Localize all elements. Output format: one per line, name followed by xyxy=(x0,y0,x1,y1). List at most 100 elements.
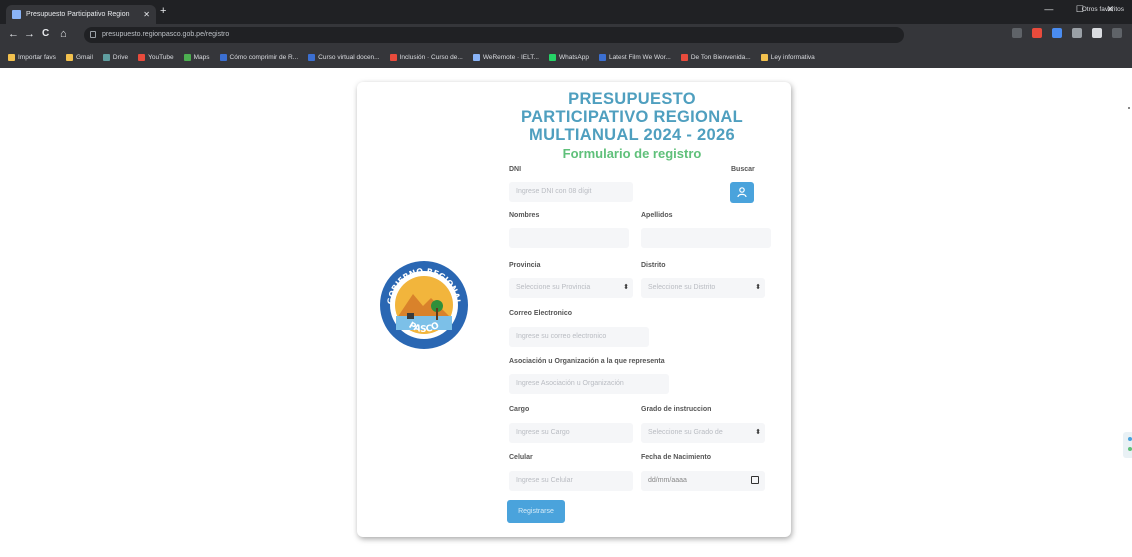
gobierno-regional-pasco-logo: GOBIERNO REGIONAL PASCO xyxy=(380,261,468,349)
apellidos-input[interactable] xyxy=(641,228,771,248)
bookmark-icon xyxy=(183,53,191,61)
bookmark-label: WeRemote · IELT... xyxy=(482,53,539,61)
cargo-placeholder: Ingrese su Cargo xyxy=(516,429,570,436)
nombres-label: Nombres xyxy=(509,212,540,219)
bookmark-label: Maps xyxy=(193,53,210,61)
title-line: PARTICIPATIVO REGIONAL xyxy=(520,108,744,126)
bookmark-item[interactable]: Cómo comprimir de R... xyxy=(219,53,299,61)
browser-chrome: Presupuesto Participativo Region ✕ + — ☐… xyxy=(0,0,1132,68)
tab-favicon-icon xyxy=(12,10,21,19)
bookmark-icon xyxy=(8,53,15,61)
distrito-label: Distrito xyxy=(641,262,666,269)
tab-strip: Presupuesto Participativo Region ✕ + — ☐… xyxy=(0,0,1132,24)
bookmark-item[interactable]: WeRemote · IELT... xyxy=(472,53,539,61)
cargo-label: Cargo xyxy=(509,406,530,413)
bookmarks-bar: Importar favs Gmail Drive YouTube Maps Cómo c… xyxy=(0,46,1132,68)
apellidos-label: Apellidos xyxy=(641,212,673,219)
page-marker xyxy=(1128,107,1130,109)
select-caret-icon: ⬍ xyxy=(623,284,629,291)
bookmark-label: YouTube xyxy=(148,53,174,61)
side-widget-icon xyxy=(1128,447,1132,451)
select-caret-icon: ⬍ xyxy=(755,284,761,291)
submit-button[interactable]: Registrarse xyxy=(507,500,565,523)
profile-icon[interactable] xyxy=(1092,28,1102,38)
dni-placeholder: Ingrese DNI con 08 dígit xyxy=(516,188,592,195)
bookmark-icon xyxy=(548,53,556,61)
lock-icon xyxy=(90,31,96,38)
bookmark-icon xyxy=(389,53,397,61)
dni-label: DNI xyxy=(509,166,522,173)
bookmark-icon xyxy=(680,53,688,61)
extension-icon[interactable] xyxy=(1052,28,1062,38)
tab-title: Presupuesto Participativo Region xyxy=(26,11,130,18)
bookmark-item[interactable]: Inclusión · Curso de... xyxy=(389,53,463,61)
bookmark-icon xyxy=(760,53,768,61)
bookmark-icon xyxy=(472,53,480,61)
side-widget[interactable] xyxy=(1123,432,1132,458)
new-tab-button[interactable]: + xyxy=(160,5,166,17)
fecha-input[interactable]: dd/mm/aaaa xyxy=(641,471,765,491)
bookmark-label: Curso virtual docen... xyxy=(318,53,380,61)
select-caret-icon: ⬍ xyxy=(755,429,761,436)
extension-icon[interactable] xyxy=(1032,28,1042,38)
home-button[interactable]: ⌂ xyxy=(60,28,67,40)
forward-button[interactable]: → xyxy=(24,28,35,40)
correo-label: Correo Electronico xyxy=(509,310,573,317)
correo-placeholder: Ingrese su correo electronico xyxy=(516,333,607,340)
other-bookmarks[interactable]: Otros favoritos xyxy=(1082,6,1124,13)
distrito-select[interactable]: Seleccione su Distrito ⬍ xyxy=(641,278,765,298)
address-bar[interactable]: presupuesto.regionpasco.gob.pe/registro xyxy=(84,27,904,43)
celular-placeholder: Ingrese su Celular xyxy=(516,477,573,484)
fecha-placeholder: dd/mm/aaaa xyxy=(648,477,687,484)
search-button[interactable] xyxy=(730,182,754,203)
browser-tab[interactable]: Presupuesto Participativo Region ✕ xyxy=(6,5,156,24)
bookmark-icon xyxy=(65,53,73,61)
grado-select[interactable]: Seleccione su Grado de ⬍ xyxy=(641,423,765,443)
search-label: Buscar xyxy=(731,166,755,173)
asociacion-input[interactable]: Ingrese Asociación u Organización xyxy=(509,374,669,394)
calendar-icon[interactable] xyxy=(751,476,759,484)
bookmark-item[interactable]: Latest Film We Wor... xyxy=(598,53,671,61)
extension-icon[interactable] xyxy=(1072,28,1082,38)
dni-input[interactable]: Ingrese DNI con 08 dígit xyxy=(509,182,633,202)
grado-placeholder: Seleccione su Grado de xyxy=(648,429,723,436)
back-button[interactable]: ← xyxy=(8,28,19,40)
user-search-icon xyxy=(737,187,747,198)
tab-close-icon[interactable]: ✕ xyxy=(143,5,150,24)
reload-button[interactable]: C xyxy=(42,28,49,39)
bookmark-icon xyxy=(308,53,316,61)
bookmark-item[interactable]: Maps xyxy=(183,53,210,61)
bookmark-item[interactable]: Gmail xyxy=(65,53,93,61)
provincia-select[interactable]: Seleccione su Provincia ⬍ xyxy=(509,278,633,298)
bookmark-label: WhatsApp xyxy=(558,53,589,61)
extension-icon[interactable] xyxy=(1012,28,1022,38)
bookmark-label: Latest Film We Wor... xyxy=(608,53,671,61)
nombres-input[interactable] xyxy=(509,228,629,248)
bookmark-label: Cómo comprimir de R... xyxy=(229,53,299,61)
extension-icons xyxy=(1012,28,1122,38)
provincia-label: Provincia xyxy=(509,262,541,269)
bookmark-item[interactable]: Ley informativa xyxy=(760,53,815,61)
bookmark-item[interactable]: Importar favs xyxy=(8,53,56,61)
browser-toolbar: ← → C ⌂ presupuesto.regionpasco.gob.pe/r… xyxy=(0,24,1132,46)
correo-input[interactable]: Ingrese su correo electronico xyxy=(509,327,649,347)
bookmark-label: Inclusión · Curso de... xyxy=(399,53,463,61)
page-title: PRESUPUESTO PARTICIPATIVO REGIONAL MULTI… xyxy=(487,90,777,144)
bookmark-item[interactable]: YouTube xyxy=(138,53,174,61)
bookmark-item[interactable]: Curso virtual docen... xyxy=(308,53,380,61)
distrito-placeholder: Seleccione su Distrito xyxy=(648,284,716,291)
bookmark-icon xyxy=(102,53,110,61)
cargo-input[interactable]: Ingrese su Cargo xyxy=(509,423,633,443)
menu-icon[interactable] xyxy=(1112,28,1122,38)
bookmark-item[interactable]: WhatsApp xyxy=(548,53,589,61)
bookmark-item[interactable]: Drive xyxy=(102,53,129,61)
bookmark-label: De Ton Bienvenida... xyxy=(690,53,751,61)
celular-input[interactable]: Ingrese su Celular xyxy=(509,471,633,491)
bookmark-item[interactable]: De Ton Bienvenida... xyxy=(680,53,751,61)
provincia-placeholder: Seleccione su Provincia xyxy=(516,284,591,291)
fecha-label: Fecha de Nacimiento xyxy=(641,454,712,461)
bookmark-icon xyxy=(138,53,146,61)
title-line: MULTIANUAL 2024 - 2026 xyxy=(529,126,735,144)
bookmark-label: Drive xyxy=(112,53,129,61)
title-line: PRESUPUESTO xyxy=(568,90,696,108)
